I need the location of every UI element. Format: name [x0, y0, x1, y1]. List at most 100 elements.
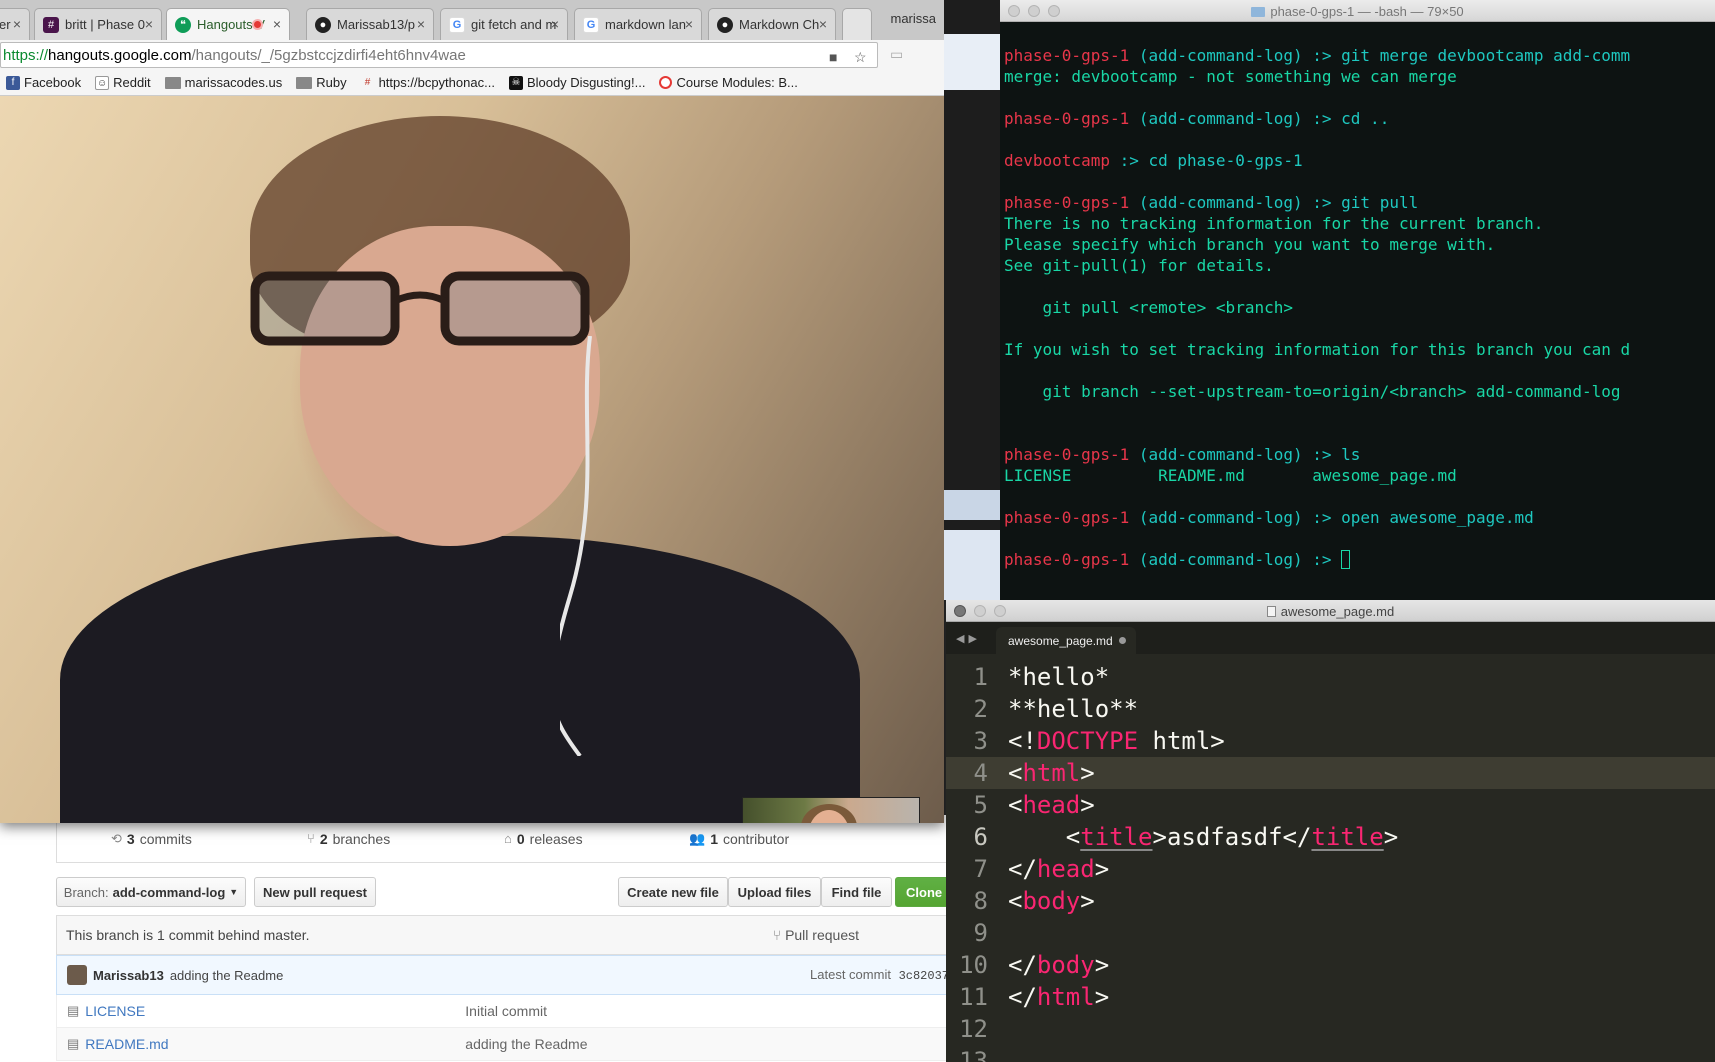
file-link[interactable]: README.md: [85, 1036, 465, 1052]
browser-tab[interactable]: # britt | Phase 0 ×: [34, 8, 162, 40]
google-icon: G: [449, 16, 465, 33]
find-file-button[interactable]: Find file: [821, 877, 892, 907]
terminal-line: phase-0-gps-1 (add-command-log) :> git m…: [1004, 45, 1715, 66]
terminal-command: :> open awesome_page.md: [1302, 508, 1534, 527]
browser-tab[interactable]: ● Marissab13/p ×: [306, 8, 434, 40]
extension-icon[interactable]: ▭: [890, 46, 903, 63]
contributors-link[interactable]: 👥 1 contributor: [689, 831, 789, 847]
browser-tab[interactable]: er ×: [0, 8, 30, 40]
terminal-titlebar[interactable]: phase-0-gps-1 — -bash — 79×50: [1000, 0, 1715, 22]
reddit-icon: ☺: [95, 75, 110, 90]
code-keyword: head: [1022, 791, 1081, 819]
line-number: 13: [959, 1047, 988, 1062]
self-view-thumbnail[interactable]: [742, 797, 920, 823]
code-line: <html>: [1008, 757, 1398, 789]
close-icon[interactable]: ×: [417, 16, 425, 32]
tab-nav-arrows-icon[interactable]: ◀▶: [956, 632, 981, 645]
line-number: 1: [973, 663, 988, 691]
background-window-strip: [944, 34, 1000, 90]
bookmark-facebook[interactable]: f Facebook: [6, 75, 81, 90]
pull-request-link[interactable]: ⑂ Pull request: [773, 927, 859, 943]
close-icon[interactable]: ×: [551, 16, 559, 32]
terminal-command: :> cd phase-0-gps-1: [1109, 151, 1303, 170]
releases-count: 0: [516, 830, 525, 847]
line-number: 3: [973, 727, 988, 755]
branch-prefix: Branch:: [63, 884, 109, 900]
slack-icon: #: [43, 16, 59, 33]
create-new-file-button[interactable]: Create new file: [618, 877, 728, 907]
course-icon: [659, 76, 673, 89]
bookmark-course-modules[interactable]: Course Modules: B...: [659, 75, 798, 90]
terminal-line: Please specify which branch you want to …: [1004, 234, 1715, 255]
folder-icon: [296, 76, 313, 89]
releases-label: releases: [529, 830, 583, 847]
history-icon: ⟲: [111, 830, 122, 846]
commit-sha[interactable]: 3c82037: [899, 969, 949, 983]
bookmark-label: Facebook: [24, 75, 82, 90]
code-line: <!DOCTYPE html>: [1008, 725, 1398, 757]
camera-icon[interactable]: ■: [829, 49, 837, 65]
editor-tab[interactable]: awesome_page.md: [996, 627, 1136, 654]
star-icon[interactable]: ☆: [854, 49, 867, 66]
branches-link[interactable]: ⑂ 2 branches: [307, 831, 390, 847]
git-pull-request-icon: ⑂: [772, 927, 782, 943]
new-tab-button[interactable]: [842, 8, 872, 40]
unsaved-dot-icon[interactable]: [1119, 637, 1126, 644]
browser-tab[interactable]: ● Markdown Ch ×: [708, 8, 836, 40]
toolbar: https://hangouts.google.com/hangouts/_/5…: [0, 40, 944, 70]
terminal-command: :> cd ..: [1302, 109, 1390, 128]
bookmarks-bar: f Facebook ☺ Reddit marissacodes.us Ruby…: [0, 70, 944, 96]
close-icon[interactable]: ×: [273, 16, 281, 32]
bookmark-marissacodes[interactable]: marissacodes.us: [164, 75, 282, 90]
branch-icon: ⑂: [307, 831, 315, 846]
upload-files-button[interactable]: Upload files: [728, 877, 821, 907]
bloody-disgusting-icon: ☠: [508, 75, 523, 90]
pull-request-label: Pull request: [785, 927, 859, 943]
commit-author[interactable]: Marissab13: [93, 968, 164, 983]
contributors-label: contributor: [722, 830, 790, 847]
code-text: <: [1008, 887, 1023, 915]
prompt-branch: (add-command-log): [1129, 508, 1303, 527]
line-number: 11: [959, 983, 988, 1011]
bookmark-bloody-disgusting[interactable]: ☠ Bloody Disgusting!...: [508, 75, 645, 90]
line-number: 6: [973, 823, 988, 851]
commits-link[interactable]: ⟲ 3 commits: [111, 831, 192, 847]
text-editor-window[interactable]: awesome_page.md ◀▶ awesome_page.md 12345…: [946, 600, 1715, 1062]
branch-select-button[interactable]: Branch: add-command-log ▼: [56, 877, 246, 907]
hangouts-icon: ❝: [175, 16, 191, 33]
commit-message[interactable]: adding the Readme: [170, 968, 283, 983]
bookmark-bcpython[interactable]: # https://bcpythonac...: [360, 75, 495, 90]
file-commit-message[interactable]: Initial commit: [465, 1003, 547, 1019]
terminal-output-text: git pull <remote> <branch>: [1004, 298, 1293, 317]
branches-label: branches: [332, 830, 391, 847]
new-pull-request-button[interactable]: New pull request: [254, 877, 376, 907]
file-commit-message[interactable]: adding the Readme: [465, 1036, 587, 1052]
bookmark-ruby[interactable]: Ruby: [296, 75, 347, 90]
editor-titlebar[interactable]: awesome_page.md: [946, 600, 1715, 622]
terminal-window[interactable]: phase-0-gps-1 — -bash — 79×50 phase-0-gp…: [1000, 0, 1715, 600]
terminal-line: phase-0-gps-1 (add-command-log) :> ls: [1004, 444, 1715, 465]
close-icon[interactable]: ×: [819, 16, 827, 32]
browser-tab[interactable]: G git fetch and m ×: [440, 8, 568, 40]
close-icon[interactable]: ×: [145, 16, 153, 32]
address-bar[interactable]: https://hangouts.google.com/hangouts/_/5…: [0, 42, 878, 68]
browser-tab-active[interactable]: ❝ Hangouts V ×: [166, 8, 290, 40]
releases-link[interactable]: ⌂ 0 releases: [504, 831, 583, 847]
terminal-output[interactable]: phase-0-gps-1 (add-command-log) :> git m…: [1004, 45, 1715, 570]
terminal-output-text: There is no tracking information for the…: [1004, 214, 1544, 233]
code-area[interactable]: *hello* **hello** <!DOCTYPE html> <html> <he…: [1008, 654, 1398, 1062]
browser-tab[interactable]: G markdown lan ×: [574, 8, 702, 40]
bookmark-reddit[interactable]: ☺ Reddit: [95, 75, 151, 90]
file-link[interactable]: LICENSE: [85, 1003, 465, 1019]
code-text: >: [1080, 759, 1095, 787]
avatar[interactable]: [67, 965, 87, 985]
close-icon[interactable]: ×: [685, 16, 693, 32]
latest-commit-bar: Marissab13 adding the Readme Latest comm…: [56, 955, 950, 995]
profile-name[interactable]: marissa: [890, 11, 936, 26]
close-icon[interactable]: ×: [13, 16, 21, 32]
file-icon: ▤: [67, 1036, 80, 1051]
terminal-line: phase-0-gps-1 (add-command-log) :> git p…: [1004, 192, 1715, 213]
